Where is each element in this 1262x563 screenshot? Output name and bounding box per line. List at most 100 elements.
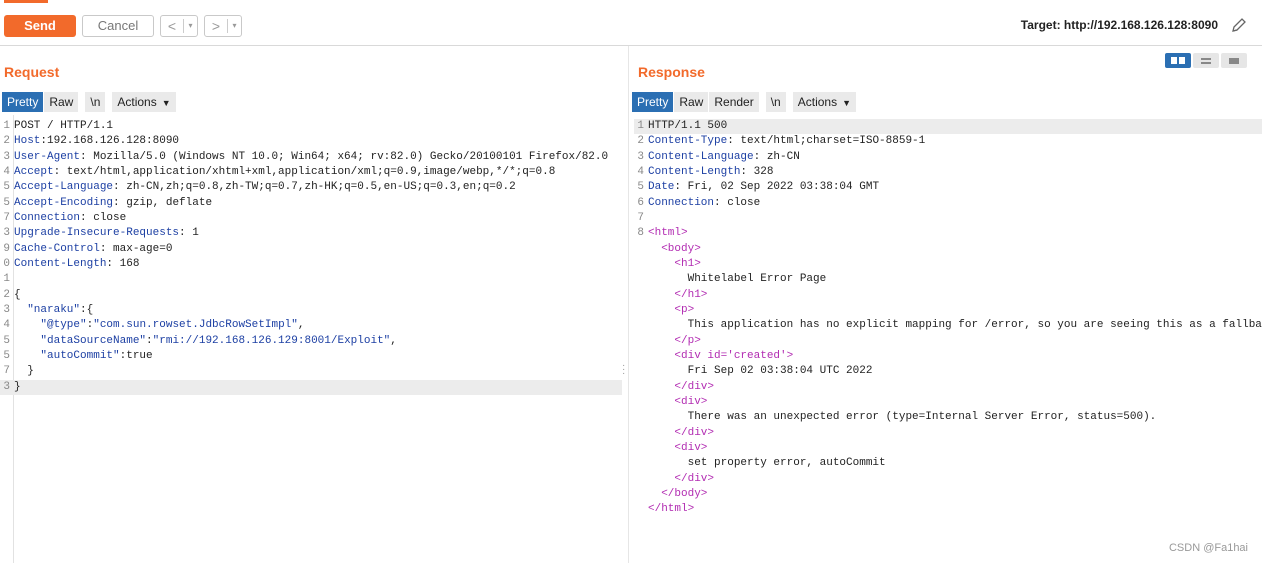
response-line[interactable]: </body> <box>634 487 1262 502</box>
response-line[interactable]: There was an unexpected error (type=Inte… <box>634 410 1262 425</box>
line-code: Accept: text/html,application/xhtml+xml,… <box>14 165 555 180</box>
code-token: This application has no explicit mapping… <box>648 319 1262 332</box>
edit-target-pencil-icon[interactable] <box>1230 16 1248 34</box>
response-line[interactable]: This application has no explicit mapping… <box>634 318 1262 333</box>
response-line[interactable]: <p> <box>634 303 1262 318</box>
response-line[interactable]: 5 Date: Fri, 02 Sep 2022 03:38:04 GMT <box>634 180 1262 195</box>
line-code: There was an unexpected error (type=Inte… <box>648 410 1157 425</box>
response-line[interactable]: <div> <box>634 395 1262 410</box>
tab-response-raw[interactable]: Raw <box>674 92 709 112</box>
response-line[interactable]: 4 Content-Length: 328 <box>634 165 1262 180</box>
response-line[interactable]: <body> <box>634 242 1262 257</box>
tab-response-render[interactable]: Render <box>709 92 759 112</box>
line-code: Host:192.168.126.128:8090 <box>14 134 179 149</box>
request-line[interactable]: 7 } <box>0 364 622 379</box>
request-line[interactable]: 7 Connection: close <box>0 211 622 226</box>
line-code: <p> <box>648 303 694 318</box>
request-line[interactable]: 2 Host:192.168.126.128:8090 <box>0 134 622 149</box>
line-code: Fri Sep 02 03:38:04 UTC 2022 <box>648 364 873 379</box>
back-nav-group[interactable]: < ▾ <box>160 15 198 37</box>
request-line[interactable]: 3 User-Agent: Mozilla/5.0 (Windows NT 10.… <box>0 150 622 165</box>
response-line[interactable]: 3 Content-Language: zh-CN <box>634 150 1262 165</box>
tab-response-newline[interactable]: \n <box>765 92 786 112</box>
response-line[interactable]: <h1> <box>634 257 1262 272</box>
response-line[interactable]: Whitelabel Error Page <box>634 272 1262 287</box>
request-line[interactable]: 5 "autoCommit":true <box>0 349 622 364</box>
response-line[interactable]: </p> <box>634 334 1262 349</box>
code-token: "com.sun.rowset.JdbcRowSetImpl" <box>93 319 298 332</box>
code-token: <div> <box>648 441 708 454</box>
tab-request-pretty[interactable]: Pretty <box>2 92 44 112</box>
request-line[interactable]: 9 Cache-Control: max-age=0 <box>0 242 622 257</box>
request-line[interactable]: 3} <box>0 379 622 395</box>
line-code: "@type":"com.sun.rowset.JdbcRowSetImpl", <box>14 318 304 333</box>
forward-arrow-icon[interactable]: > <box>205 16 227 36</box>
response-line[interactable]: </div> <box>634 472 1262 487</box>
back-history-dropdown-icon[interactable]: ▾ <box>184 16 197 36</box>
code-token: : Mozilla/5.0 (Windows NT 10.0; Win64; x… <box>80 150 609 163</box>
line-code: "naraku":{ <box>14 303 93 318</box>
line-code: User-Agent: Mozilla/5.0 (Windows NT 10.0… <box>14 150 608 165</box>
line-number: 5 <box>3 349 10 362</box>
response-title: Response <box>638 64 705 80</box>
request-line[interactable]: 1 <box>0 272 622 287</box>
line-code: Cache-Control: max-age=0 <box>14 242 172 257</box>
request-line[interactable]: 3 Upgrade-Insecure-Requests: 1 <box>0 226 622 241</box>
tab-request-raw[interactable]: Raw <box>44 92 79 112</box>
code-token: : zh-CN <box>753 150 800 163</box>
request-line[interactable]: 5 Accept-Encoding: gzip, deflate <box>0 196 622 211</box>
code-token: </body> <box>648 487 708 500</box>
response-actions-menu[interactable]: Actions ▼ <box>792 92 857 112</box>
response-line[interactable]: <div> <box>634 441 1262 456</box>
response-line[interactable]: 7 <box>634 211 1262 226</box>
line-code: </div> <box>648 472 714 487</box>
cancel-button[interactable]: Cancel <box>82 15 154 37</box>
response-line[interactable]: 8 <html> <box>634 226 1262 241</box>
pane-resize-handle-icon[interactable]: · · · <box>622 361 626 379</box>
request-line[interactable]: 5 Accept-Language: zh-CN,zh;q=0.8,zh-TW;q… <box>0 180 622 195</box>
back-arrow-icon[interactable]: < <box>161 16 183 36</box>
request-line[interactable]: 4 Accept: text/html,application/xhtml+xml… <box>0 165 622 180</box>
forward-nav-group[interactable]: > ▾ <box>204 15 242 37</box>
line-number: 1 <box>3 120 10 132</box>
tab-request-newline[interactable]: \n <box>85 92 106 112</box>
line-number: 7 <box>637 211 644 224</box>
request-title: Request <box>4 64 60 80</box>
request-line[interactable]: 2{ <box>0 288 622 303</box>
response-line[interactable]: 1 HTTP/1.1 500 <box>634 119 1262 135</box>
line-code: Accept-Encoding: gzip, deflate <box>14 196 212 211</box>
forward-history-dropdown-icon[interactable]: ▾ <box>228 16 241 36</box>
request-actions-menu[interactable]: Actions ▼ <box>112 92 176 112</box>
line-code: </p> <box>648 334 700 349</box>
response-line[interactable]: 2 Content-Type: text/html;charset=ISO-885… <box>634 134 1262 149</box>
request-line[interactable]: 4 "@type":"com.sun.rowset.JdbcRowSetImpl… <box>0 318 622 333</box>
response-line[interactable]: </div> <box>634 380 1262 395</box>
split-horizontal-layout-icon[interactable] <box>1165 53 1191 68</box>
tab-response-pretty[interactable]: Pretty <box>632 92 674 112</box>
send-button[interactable]: Send <box>4 15 76 37</box>
line-number: 7 <box>3 211 10 224</box>
response-line[interactable]: Fri Sep 02 03:38:04 UTC 2022 <box>634 364 1262 379</box>
request-line[interactable]: 1 POST / HTTP/1.1 <box>0 119 622 134</box>
request-line[interactable]: 3 "naraku":{ <box>0 303 622 318</box>
target-label: Target: http://192.168.126.128:8090 <box>1020 18 1218 32</box>
watermark: CSDN @Fa1hai <box>1168 542 1248 554</box>
request-line[interactable]: 0 Content-Length: 168 <box>0 257 622 272</box>
response-line[interactable]: </div> <box>634 426 1262 441</box>
line-number: 0 <box>3 257 10 270</box>
code-token: <div id='created'> <box>648 349 794 362</box>
request-line[interactable]: 5 "dataSourceName":"rmi://192.168.126.12… <box>0 334 622 349</box>
pane-divider[interactable] <box>628 46 629 563</box>
actions-label: Actions <box>797 95 838 109</box>
response-line[interactable]: 6 Connection: close <box>634 196 1262 211</box>
code-token: } <box>14 365 34 378</box>
split-vertical-layout-icon[interactable] <box>1193 53 1219 68</box>
response-line[interactable]: <div id='created'> <box>634 349 1262 364</box>
response-line[interactable]: set property error, autoCommit <box>634 456 1262 471</box>
response-line[interactable]: </html> <box>634 502 1262 517</box>
single-pane-layout-icon[interactable] <box>1221 53 1247 68</box>
response-editor[interactable]: 1 HTTP/1.1 500 2 Content-Type: text/html;ch… <box>634 119 1262 518</box>
chevron-down-icon: ▼ <box>842 98 852 108</box>
response-line[interactable]: </h1> <box>634 288 1262 303</box>
request-editor[interactable]: 1 POST / HTTP/1.1 2 Host:192.168.126.128:80… <box>0 119 622 395</box>
